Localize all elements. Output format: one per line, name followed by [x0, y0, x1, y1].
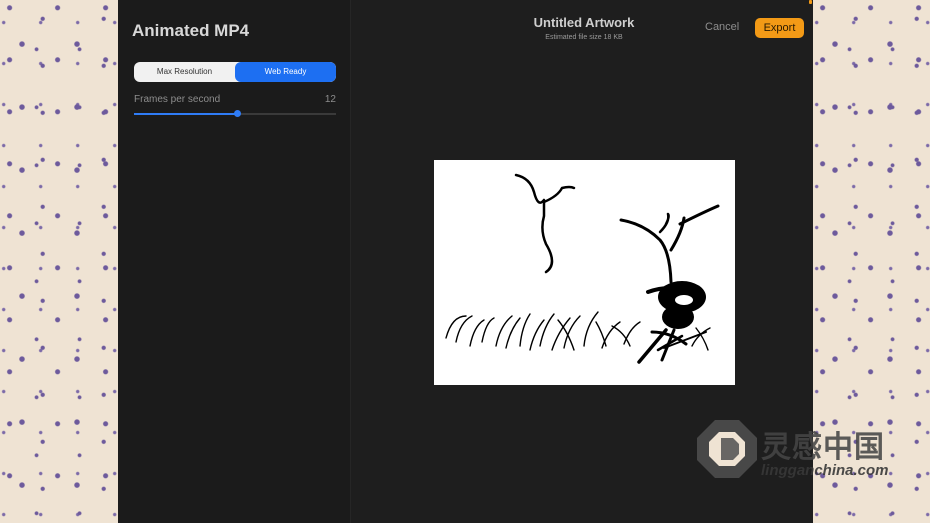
background-paper-left — [0, 0, 118, 523]
preview-drawing — [445, 173, 720, 364]
web-ready-option[interactable]: Web Ready — [235, 62, 336, 82]
watermark-brand: 灵感中国 — [761, 431, 885, 464]
quality-segmented-control[interactable]: Max Resolution Web Ready — [134, 62, 336, 82]
file-size-estimate: Estimated file size 18 KB — [545, 34, 623, 41]
cancel-button[interactable]: Cancel — [705, 21, 739, 33]
fps-value: 12 — [324, 94, 336, 105]
artwork-title: Untitled Artwork — [533, 15, 635, 30]
watermark: 灵感中国 lingganchina.com — [695, 418, 910, 486]
fps-slider-fill — [134, 113, 238, 115]
max-resolution-option[interactable]: Max Resolution — [134, 62, 235, 82]
fps-slider-knob[interactable] — [234, 110, 242, 117]
watermark-url: lingganchina.com — [761, 462, 889, 479]
animation-preview — [434, 160, 735, 385]
fps-label: Frames per second — [134, 94, 221, 105]
export-settings-panel: Animated MP4 Max Resolution Web Ready Fr… — [118, 0, 351, 523]
lingganchina-logo-icon — [697, 420, 757, 478]
panel-title: Animated MP4 — [132, 21, 250, 40]
status-dot — [809, 0, 812, 4]
export-button[interactable]: Export — [755, 18, 804, 38]
fps-slider[interactable] — [134, 110, 336, 118]
